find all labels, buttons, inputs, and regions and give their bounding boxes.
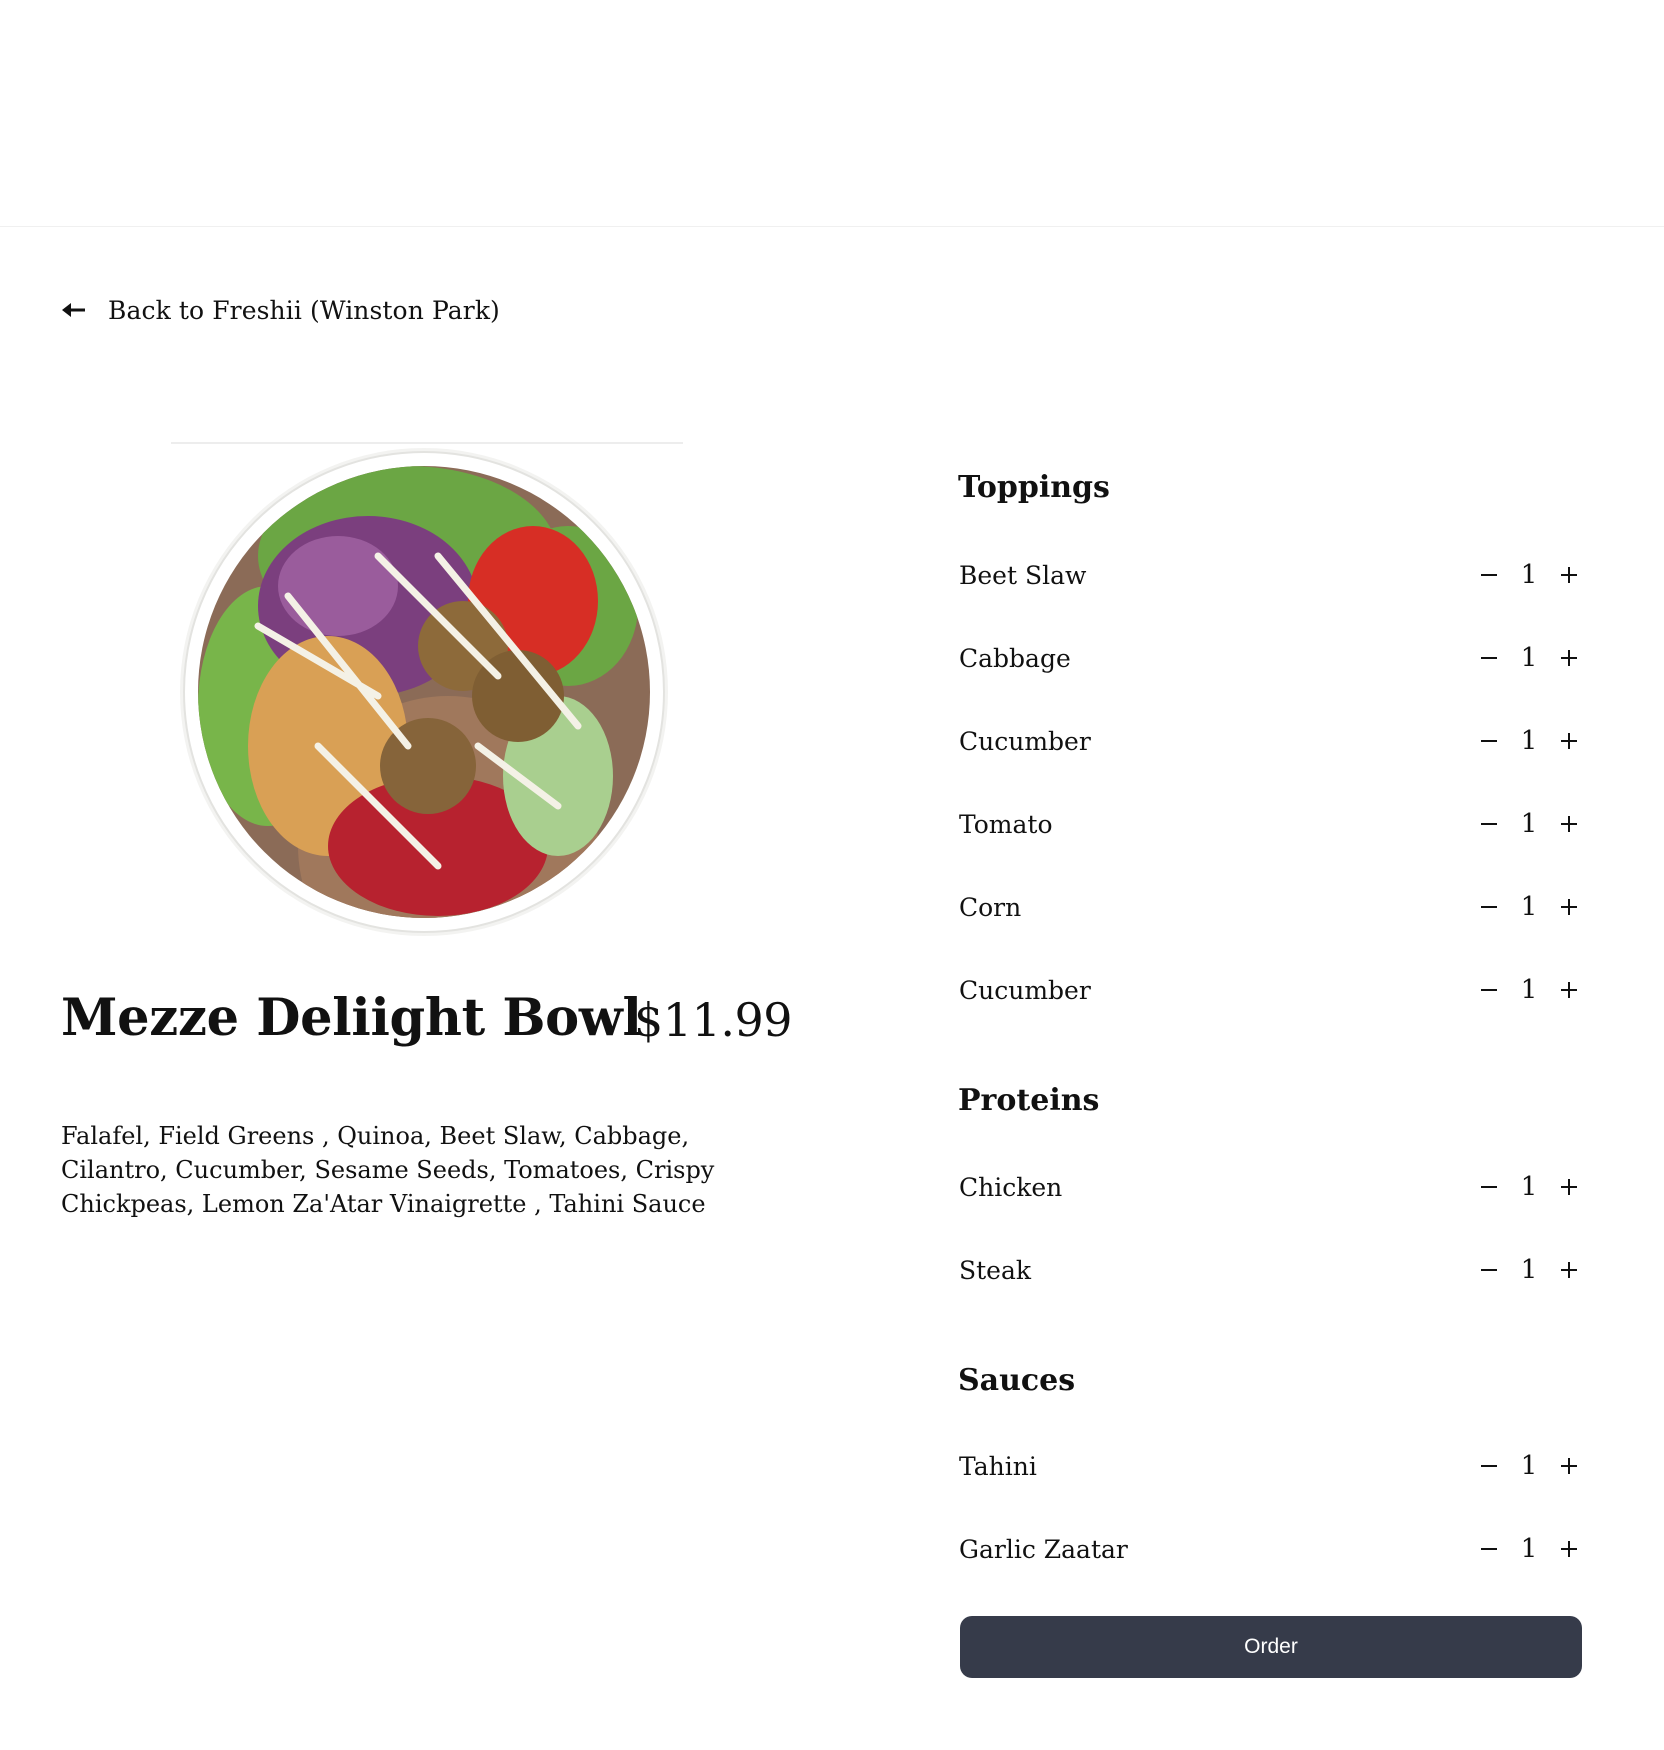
quantity-stepper: 1 bbox=[1476, 643, 1582, 673]
option-row: Cabbage 1 bbox=[959, 638, 1582, 678]
minus-icon bbox=[1481, 906, 1497, 908]
back-link-label: Back to Freshii (Winston Park) bbox=[108, 295, 500, 325]
quantity-stepper: 1 bbox=[1476, 892, 1582, 922]
decrement-button[interactable] bbox=[1476, 645, 1502, 671]
decrement-button[interactable] bbox=[1476, 1536, 1502, 1562]
option-name: Steak bbox=[959, 1255, 1032, 1285]
increment-button[interactable] bbox=[1556, 1174, 1582, 1200]
quantity-value: 1 bbox=[1520, 1534, 1538, 1564]
quantity-stepper: 1 bbox=[1476, 726, 1582, 756]
increment-button[interactable] bbox=[1556, 894, 1582, 920]
plus-icon bbox=[1561, 1541, 1577, 1557]
option-row: Cucumber 1 bbox=[959, 721, 1582, 761]
increment-button[interactable] bbox=[1556, 728, 1582, 754]
quantity-value: 1 bbox=[1520, 809, 1538, 839]
option-name: Corn bbox=[959, 892, 1022, 922]
option-row: Chicken 1 bbox=[959, 1167, 1582, 1207]
quantity-value: 1 bbox=[1520, 1451, 1538, 1481]
option-name: Tomato bbox=[959, 809, 1053, 839]
section-title-proteins: Proteins bbox=[958, 1083, 1100, 1118]
arrow-left-icon bbox=[62, 300, 86, 320]
option-row: Steak 1 bbox=[959, 1250, 1582, 1290]
decrement-button[interactable] bbox=[1476, 728, 1502, 754]
minus-icon bbox=[1481, 657, 1497, 659]
plus-icon bbox=[1561, 1458, 1577, 1474]
minus-icon bbox=[1481, 740, 1497, 742]
quantity-value: 1 bbox=[1520, 643, 1538, 673]
quantity-stepper: 1 bbox=[1476, 1172, 1582, 1202]
back-link[interactable]: Back to Freshii (Winston Park) bbox=[62, 290, 500, 330]
option-row: Beet Slaw 1 bbox=[959, 555, 1582, 595]
quantity-stepper: 1 bbox=[1476, 560, 1582, 590]
quantity-stepper: 1 bbox=[1476, 809, 1582, 839]
quantity-stepper: 1 bbox=[1476, 1255, 1582, 1285]
plus-icon bbox=[1561, 899, 1577, 915]
increment-button[interactable] bbox=[1556, 811, 1582, 837]
plus-icon bbox=[1561, 816, 1577, 832]
option-name: Garlic Zaatar bbox=[959, 1534, 1128, 1564]
option-name: Tahini bbox=[959, 1451, 1037, 1481]
plus-icon bbox=[1561, 1179, 1577, 1195]
decrement-button[interactable] bbox=[1476, 1453, 1502, 1479]
minus-icon bbox=[1481, 574, 1497, 576]
option-row: Corn 1 bbox=[959, 887, 1582, 927]
quantity-value: 1 bbox=[1520, 892, 1538, 922]
option-name: Beet Slaw bbox=[959, 560, 1087, 590]
quantity-stepper: 1 bbox=[1476, 975, 1582, 1005]
increment-button[interactable] bbox=[1556, 562, 1582, 588]
minus-icon bbox=[1481, 1186, 1497, 1188]
minus-icon bbox=[1481, 1548, 1497, 1550]
option-row: Tahini 1 bbox=[959, 1446, 1582, 1486]
quantity-value: 1 bbox=[1520, 1172, 1538, 1202]
plus-icon bbox=[1561, 982, 1577, 998]
option-row: Garlic Zaatar 1 bbox=[959, 1529, 1582, 1569]
option-row: Cucumber 1 bbox=[959, 970, 1582, 1010]
plus-icon bbox=[1561, 650, 1577, 666]
decrement-button[interactable] bbox=[1476, 562, 1502, 588]
product-price: $11.99 bbox=[634, 993, 792, 1047]
quantity-value: 1 bbox=[1520, 1255, 1538, 1285]
option-name: Chicken bbox=[959, 1172, 1063, 1202]
decrement-button[interactable] bbox=[1476, 894, 1502, 920]
quantity-value: 1 bbox=[1520, 560, 1538, 590]
minus-icon bbox=[1481, 823, 1497, 825]
option-name: Cucumber bbox=[959, 726, 1091, 756]
minus-icon bbox=[1481, 1269, 1497, 1271]
plus-icon bbox=[1561, 733, 1577, 749]
option-name: Cucumber bbox=[959, 975, 1091, 1005]
decrement-button[interactable] bbox=[1476, 811, 1502, 837]
plus-icon bbox=[1561, 567, 1577, 583]
increment-button[interactable] bbox=[1556, 1536, 1582, 1562]
section-title-toppings: Toppings bbox=[958, 470, 1110, 505]
quantity-value: 1 bbox=[1520, 975, 1538, 1005]
product-image bbox=[171, 442, 683, 942]
quantity-stepper: 1 bbox=[1476, 1534, 1582, 1564]
product-title: Mezze Deliight Bowl bbox=[61, 988, 642, 1048]
quantity-value: 1 bbox=[1520, 726, 1538, 756]
decrement-button[interactable] bbox=[1476, 1174, 1502, 1200]
order-button[interactable]: Order bbox=[960, 1616, 1582, 1678]
increment-button[interactable] bbox=[1556, 1257, 1582, 1283]
decrement-button[interactable] bbox=[1476, 977, 1502, 1003]
product-description: Falafel, Field Greens , Quinoa, Beet Sla… bbox=[61, 1122, 715, 1218]
bowl-image bbox=[180, 448, 668, 936]
section-title-sauces: Sauces bbox=[958, 1363, 1076, 1398]
option-row: Tomato 1 bbox=[959, 804, 1582, 844]
increment-button[interactable] bbox=[1556, 977, 1582, 1003]
increment-button[interactable] bbox=[1556, 645, 1582, 671]
increment-button[interactable] bbox=[1556, 1453, 1582, 1479]
top-header bbox=[0, 0, 1664, 227]
minus-icon bbox=[1481, 1465, 1497, 1467]
minus-icon bbox=[1481, 989, 1497, 991]
decrement-button[interactable] bbox=[1476, 1257, 1502, 1283]
quantity-stepper: 1 bbox=[1476, 1451, 1582, 1481]
option-name: Cabbage bbox=[959, 643, 1071, 673]
plus-icon bbox=[1561, 1262, 1577, 1278]
